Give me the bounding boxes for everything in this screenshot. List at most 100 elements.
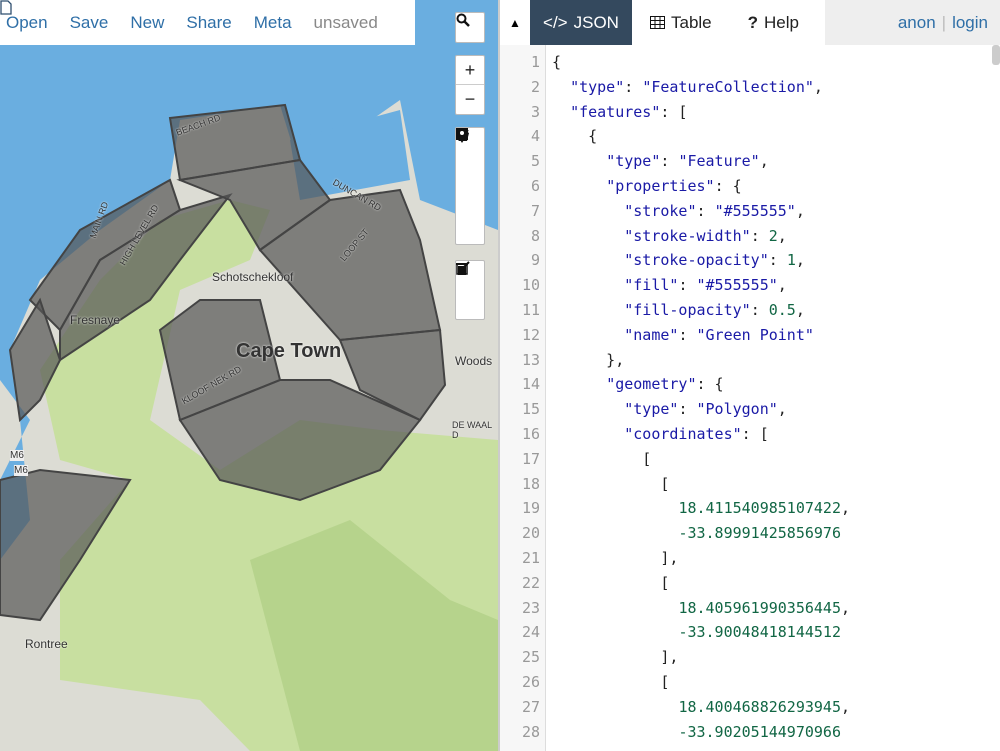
json-punctuation: : [ <box>660 102 688 121</box>
anon-link[interactable]: anon <box>898 13 936 33</box>
json-string: "#555555" <box>714 201 796 220</box>
code-line: 11 "fill-opacity": 0.5, <box>500 298 990 323</box>
code-line: 24 -33.90048418144512 <box>500 620 990 645</box>
line-number: 27 <box>521 697 540 716</box>
code-text: -33.89991425856976 <box>544 524 841 542</box>
line-number: 4 <box>530 127 540 146</box>
json-punctuation: [ <box>552 673 670 691</box>
json-string: "Polygon" <box>696 400 778 419</box>
line-number: 2 <box>530 77 540 96</box>
help-icon: ? <box>747 12 759 32</box>
draw-marker-icon[interactable] <box>456 130 484 244</box>
code-line: 14 "geometry": { <box>500 372 990 397</box>
line-number: 12 <box>521 325 540 344</box>
json-string: "FeatureCollection" <box>642 77 814 96</box>
json-key: "type" <box>624 400 679 419</box>
code-line: 17 [ <box>500 447 990 472</box>
trash-icon[interactable] <box>456 263 484 319</box>
file-icon <box>0 0 12 15</box>
code-line: 25 ], <box>500 645 990 670</box>
label-m6: M6 <box>10 450 24 461</box>
login-link[interactable]: login <box>952 13 988 33</box>
line-number: 19 <box>521 499 540 518</box>
code-line: 26 [ <box>500 670 990 695</box>
line-number: 11 <box>521 301 540 319</box>
json-punctuation <box>552 78 570 96</box>
zoom-out-button[interactable]: − <box>456 85 484 114</box>
collapse-caret-icon[interactable]: ▲ <box>500 0 530 45</box>
code-text: 18.400468826293945, <box>544 698 850 716</box>
code-text: ], <box>544 549 678 567</box>
code-line: 27 18.400468826293945, <box>500 695 990 720</box>
line-number: 24 <box>521 623 540 642</box>
json-punctuation: , <box>841 598 851 617</box>
search-icon[interactable] <box>456 13 484 42</box>
table-icon <box>650 16 665 29</box>
code-text: [ <box>544 574 669 592</box>
share-button[interactable]: Share <box>186 13 231 33</box>
json-number: 1 <box>786 251 796 270</box>
json-punctuation: , <box>777 400 787 419</box>
line-number: 22 <box>521 573 540 592</box>
tab-json[interactable]: </> JSON <box>530 0 632 45</box>
json-editor[interactable]: 1{2 "type": "FeatureCollection", 3 "featu… <box>500 45 1000 751</box>
code-text: }, <box>544 351 624 369</box>
json-key: "coordinates" <box>624 425 742 443</box>
json-punctuation: ], <box>552 549 679 567</box>
code-line: 4 { <box>500 124 990 149</box>
save-button[interactable]: Save <box>70 13 109 33</box>
code-text: "type": "Feature", <box>544 152 769 170</box>
code-line: 16 "coordinates": [ <box>500 422 990 447</box>
tab-table[interactable]: Table <box>632 0 730 45</box>
line-number: 1 <box>530 53 540 71</box>
draw-polygon-icon[interactable] <box>456 129 484 186</box>
line-number: 7 <box>530 201 540 220</box>
json-punctuation <box>552 152 606 170</box>
editor-scrollbar[interactable] <box>992 45 1000 65</box>
json-punctuation <box>552 326 624 344</box>
search-button[interactable] <box>455 12 485 43</box>
open-button[interactable]: Open <box>6 13 48 33</box>
json-punctuation: : <box>624 77 643 96</box>
line-number: 17 <box>521 449 540 468</box>
code-text: "fill-opacity": 0.5, <box>544 301 805 319</box>
zoom-control: + − <box>455 55 485 115</box>
label-woods: Woods <box>455 354 493 368</box>
json-key: "fill-opacity" <box>624 301 751 319</box>
code-text: -33.90048418144512 <box>544 623 841 641</box>
line-number: 14 <box>521 375 540 394</box>
json-number: -33.89991425856976 <box>678 524 841 543</box>
code-text: "fill": "#555555", <box>544 276 787 294</box>
code-text: "stroke-opacity": 1, <box>544 251 805 269</box>
json-punctuation: , <box>777 276 787 295</box>
map[interactable]: Cape Town Schotschekloof Fresnaye Woods … <box>0 0 498 751</box>
panel-tabs: ▲ </> JSON Table ? Help anon | login <box>500 0 1000 45</box>
line-number: 9 <box>530 251 540 270</box>
line-number: 20 <box>521 524 540 543</box>
json-punctuation: : <box>678 276 697 295</box>
code-line: 20 -33.89991425856976 <box>500 521 990 546</box>
json-punctuation: : <box>750 301 769 319</box>
json-key: "type" <box>570 77 625 96</box>
tab-help[interactable]: ? Help <box>729 0 825 45</box>
code-line: 9 "stroke-opacity": 1, <box>500 248 990 273</box>
json-punctuation <box>552 623 678 641</box>
line-number: 5 <box>530 152 540 171</box>
map-canvas[interactable] <box>0 0 498 751</box>
json-punctuation: , <box>795 251 805 270</box>
code-line: 22 [ <box>500 571 990 596</box>
meta-button[interactable]: Meta <box>254 13 292 33</box>
line-number: 28 <box>521 722 540 741</box>
draw-rectangle-icon[interactable] <box>456 128 484 215</box>
json-punctuation: : [ <box>741 425 769 443</box>
code-line: 3 "features": [ <box>500 100 990 125</box>
line-number: 25 <box>521 648 540 667</box>
line-number: 8 <box>530 226 540 245</box>
json-punctuation <box>552 524 678 542</box>
json-punctuation <box>552 103 570 121</box>
side-panel: ▲ </> JSON Table ? Help anon | login 1{2 "… <box>500 0 1000 751</box>
new-button[interactable]: New <box>130 13 164 33</box>
tab-table-label: Table <box>671 12 712 32</box>
zoom-in-button[interactable]: + <box>456 56 484 85</box>
label-cape-town: Cape Town <box>236 340 342 362</box>
